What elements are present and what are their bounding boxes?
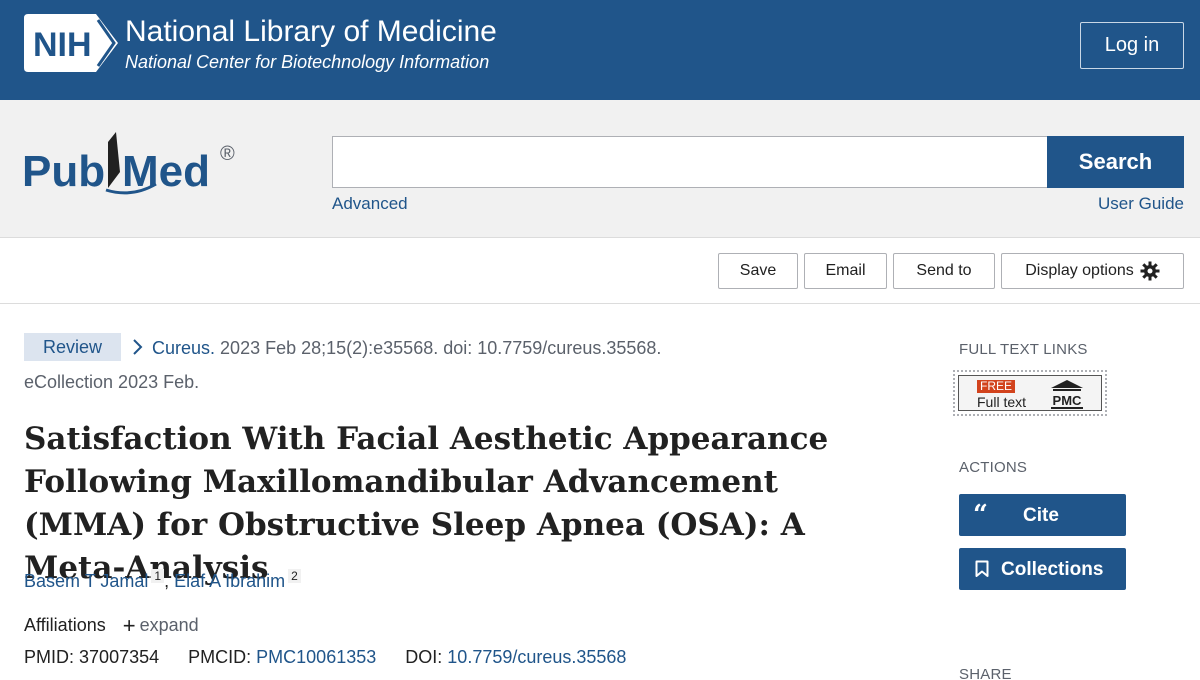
search-button[interactable]: Search: [1047, 136, 1184, 188]
user-guide-link[interactable]: User Guide: [1098, 194, 1184, 214]
save-button-label: Save: [739, 262, 777, 279]
display-options-label: Display options: [1025, 262, 1134, 279]
pmid-label: PMID:: [24, 647, 75, 667]
affiliations-row: Affiliations + expand: [24, 612, 199, 639]
cite-button-label: Cite: [1023, 505, 1059, 526]
publication-type-badge: Review: [24, 333, 121, 361]
send-to-button[interactable]: Send to: [893, 253, 995, 289]
author-link[interactable]: Basem T Jamal: [24, 571, 148, 591]
journal-link[interactable]: Cureus.: [152, 338, 215, 358]
nih-subtitle: National Center for Biotechnology Inform…: [125, 52, 490, 72]
email-button[interactable]: Email: [804, 253, 887, 289]
gear-icon: [1140, 261, 1160, 281]
search-input[interactable]: [332, 136, 1048, 188]
actions-heading: ACTIONS: [959, 459, 1028, 476]
share-heading: SHARE: [959, 666, 1012, 680]
email-button-label: Email: [825, 262, 866, 279]
pubmed-logo-registered: ®: [220, 143, 235, 165]
affiliation-number[interactable]: 1: [151, 569, 165, 583]
collections-button[interactable]: Collections: [959, 548, 1126, 590]
advanced-search-link[interactable]: Advanced: [332, 194, 408, 214]
nih-logo-text: NIH: [33, 26, 92, 64]
nih-header: NIH National Library of Medicine Nationa…: [0, 0, 1200, 100]
nih-logo[interactable]: NIH: [24, 14, 118, 72]
author-list: Basem T Jamal 1, Elaf A Ibrahim 2: [24, 568, 301, 594]
affiliations-label: Affiliations: [24, 615, 106, 635]
plus-icon: +: [122, 613, 136, 638]
full-text-label: Full text: [977, 394, 1027, 410]
save-button[interactable]: Save: [718, 253, 798, 289]
free-tag: FREE: [977, 380, 1016, 393]
pmc-icon: PMC: [1051, 380, 1083, 409]
nih-title[interactable]: National Library of Medicine: [125, 14, 497, 50]
send-to-button-label: Send to: [916, 262, 972, 279]
pmcid-label: PMCID:: [188, 647, 252, 667]
collections-button-label: Collections: [1001, 559, 1104, 580]
author-separator: ,: [164, 571, 175, 591]
display-options-button[interactable]: Display options: [1001, 253, 1184, 289]
full-text-links-heading: FULL TEXT LINKS: [959, 341, 1088, 358]
article-title: Satisfaction With Facial Aesthetic Appea…: [24, 421, 829, 586]
author-link[interactable]: Elaf A Ibrahim: [174, 571, 285, 591]
chevron-right-icon[interactable]: [131, 338, 145, 356]
citation-details: 2023 Feb 28;15(2):e35568. doi: 10.7759/c…: [220, 338, 662, 358]
ecollection-date: eCollection 2023 Feb.: [24, 372, 200, 392]
cite-button[interactable]: “ Cite: [959, 494, 1126, 536]
full-text-badge: FREE Full text PMC: [958, 375, 1102, 411]
affiliation-number[interactable]: 2: [288, 569, 301, 583]
pubmed-logo-bookmark-icon: [108, 132, 120, 188]
expand-affiliations-button[interactable]: + expand: [123, 613, 199, 638]
pmcid-link[interactable]: PMC10061353: [256, 647, 376, 667]
doi-label: DOI:: [405, 647, 443, 667]
quote-icon: “: [973, 500, 988, 530]
login-button[interactable]: Log in: [1080, 22, 1184, 69]
citation-line: Cureus. 2023 Feb 28;15(2):e35568. doi: 1…: [152, 336, 661, 360]
pmid-value: 37007354: [79, 647, 160, 667]
article-toolbar: Save Email Send to Display options: [0, 238, 1200, 304]
pubmed-logo[interactable]: Pub Med ®: [22, 128, 242, 208]
pubmed-logo-med: Med: [122, 147, 210, 196]
search-band: Pub Med ® Search Advanced User Guide: [0, 100, 1200, 238]
article-identifiers: PMID: 37007354 PMCID: PMC10061353 DOI: 1…: [24, 645, 626, 669]
pubmed-logo-pub: Pub: [22, 147, 105, 196]
free-full-text-pmc-link[interactable]: FREE Full text PMC: [953, 370, 1107, 416]
bookmark-icon: [975, 560, 989, 577]
expand-label: expand: [139, 615, 199, 635]
doi-link[interactable]: 10.7759/cureus.35568: [447, 647, 626, 667]
pmc-label: PMC: [1053, 393, 1083, 408]
